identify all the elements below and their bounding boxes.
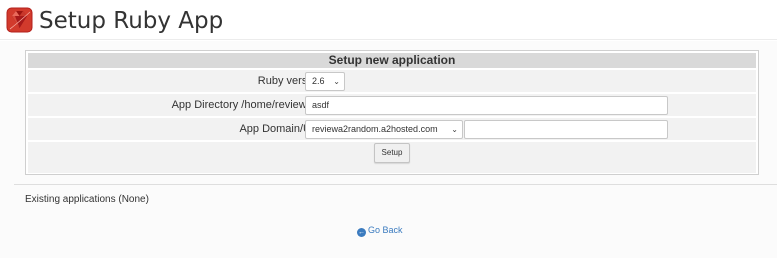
app-directory-value: asdf (312, 100, 330, 110)
ruby-version-value: 2.6 (312, 76, 325, 86)
existing-applications: Existing applications (None) (25, 194, 149, 205)
ruby-version-select[interactable]: 2.6 ⌄ (305, 72, 345, 91)
setup-form-heading: Setup new application (28, 53, 756, 68)
arrow-left-circle-icon: ← (357, 228, 366, 237)
setup-form: Setup new application Ruby version 2.6 ⌄… (25, 50, 759, 175)
setup-button-row: Setup (28, 141, 756, 173)
chevron-down-icon: ⌄ (333, 77, 340, 86)
section-divider (14, 184, 777, 185)
ruby-icon (6, 7, 33, 33)
app-domain-value: reviewa2random.a2hosted.com (312, 124, 438, 134)
go-back-link[interactable]: ← Go Back (357, 225, 403, 237)
ruby-version-row: Ruby version 2.6 ⌄ (28, 69, 756, 92)
setup-button[interactable]: Setup (374, 143, 410, 163)
app-uri-path-input[interactable] (464, 120, 668, 139)
app-directory-input[interactable]: asdf (305, 96, 668, 115)
go-back-label: Go Back (368, 225, 403, 235)
app-directory-row: App Directory /home/reviewa3/ asdf (28, 93, 756, 116)
app-directory-label: App Directory /home/reviewa3/ (171, 99, 322, 111)
page-header: Setup Ruby App (0, 0, 777, 40)
page-title: Setup Ruby App (39, 8, 224, 34)
app-domain-select[interactable]: reviewa2random.a2hosted.com ⌄ (305, 120, 463, 139)
app-domain-row: App Domain/URI reviewa2random.a2hosted.c… (28, 117, 756, 140)
chevron-down-icon: ⌄ (451, 125, 458, 134)
